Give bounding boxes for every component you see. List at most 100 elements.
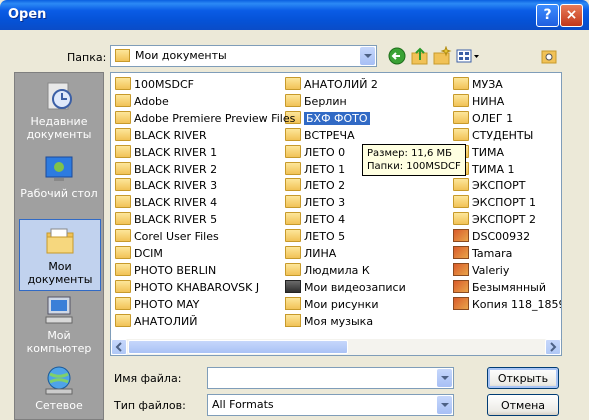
item-name: ЭКСПОРТ 1 <box>472 196 536 210</box>
folder-icon <box>453 195 469 209</box>
folder-item[interactable]: BLACK RIVER 4 <box>115 195 217 211</box>
up-folder-icon[interactable] <box>410 46 430 66</box>
item-name: Corel User Files <box>134 230 219 244</box>
item-name: DSC00932 <box>472 230 531 244</box>
folder-icon <box>453 77 469 90</box>
music-folder-icon <box>285 313 301 327</box>
item-name: ЛЕТО 2 <box>304 179 346 193</box>
folder-item[interactable]: PHOTO BERLIN <box>115 262 216 279</box>
place-recent-documents[interactable]: Недавние документы <box>15 79 103 141</box>
file-item[interactable]: DSC00932 <box>453 229 530 245</box>
image-file-icon <box>453 246 469 259</box>
look-in-dropdown-button[interactable] <box>360 47 375 65</box>
my-documents-small-icon <box>115 49 130 62</box>
folder-item[interactable]: ЛЕТО 5 <box>285 229 345 245</box>
folder-item[interactable]: ОЛЕГ 1 <box>453 110 514 127</box>
look-in-combo[interactable]: Мои документы <box>110 45 377 67</box>
folder-item[interactable]: Берлин <box>285 93 347 110</box>
item-name: Безымянный <box>472 280 546 294</box>
folder-item[interactable]: ЛЕТО 4 <box>285 212 345 228</box>
item-name: ОЛЕГ 1 <box>472 111 514 125</box>
folder-item[interactable]: PHOTO KHABAROVSK J <box>115 279 259 296</box>
folder-item[interactable]: BLACK RIVER 5 <box>115 212 217 228</box>
item-name: Мои видеозаписи <box>304 280 406 294</box>
folder-icon <box>115 313 131 327</box>
file-item[interactable]: Мои видеозаписи <box>285 279 406 296</box>
new-folder-icon[interactable] <box>432 45 452 66</box>
file-type-combo[interactable]: All Formats <box>207 394 454 416</box>
place-my-computer[interactable]: Мой компьютер <box>15 293 103 355</box>
place-label: Недавние документы <box>26 115 92 141</box>
close-button[interactable]: × <box>560 4 583 27</box>
folder-item[interactable]: Adobe <box>115 93 169 110</box>
folder-item[interactable]: ЭКСПОРТ 1 <box>453 195 536 211</box>
open-button[interactable]: Открыть <box>487 367 559 389</box>
place-desktop[interactable]: Рабочий стол <box>15 151 103 200</box>
file-item[interactable]: Безымянный <box>453 279 546 296</box>
item-name: НИНА <box>472 94 505 108</box>
folder-item[interactable]: СТУДЕНТЫ <box>453 127 533 144</box>
cancel-button[interactable]: Отмена <box>487 394 559 416</box>
folder-icon <box>115 229 131 243</box>
item-name: BLACK RIVER 4 <box>134 196 218 210</box>
folder-item[interactable]: BLACK RIVER 3 <box>115 178 217 194</box>
scroll-left-button[interactable] <box>111 339 127 355</box>
item-name: Adobe Premiere Preview Files <box>134 111 296 125</box>
file-list[interactable]: Копия 118_1859 Безымянный Valeriy Tamara DSC… <box>110 72 562 356</box>
place-network[interactable]: Сетевое <box>15 363 103 412</box>
folder-icon <box>115 195 131 209</box>
folder-item[interactable]: ЭКСПОРТ 2 <box>453 212 536 228</box>
title-bar[interactable]: Open ? × <box>0 0 589 30</box>
file-item[interactable]: Valeriy <box>453 262 509 279</box>
folder-item[interactable]: ЛЕТО 1 <box>285 161 345 178</box>
horizontal-scrollbar[interactable] <box>111 339 561 355</box>
file-name-dropdown-button[interactable] <box>437 369 452 387</box>
item-name: АНАТОЛИЙ 2 <box>304 78 378 91</box>
folder-item[interactable]: ЛИНА <box>285 246 336 262</box>
pictures-folder-icon <box>285 296 301 310</box>
folder-icon <box>285 144 301 158</box>
file-item[interactable]: Копия 118_1859 <box>453 296 561 313</box>
options-icon[interactable] <box>539 46 559 66</box>
folder-item[interactable]: АНАТОЛИЙ 2 <box>285 77 378 93</box>
file-name-combo[interactable] <box>207 367 454 389</box>
file-item[interactable]: Мои рисунки <box>285 296 379 313</box>
folder-item[interactable]: ВСТРЕЧА <box>285 127 355 144</box>
item-name: ТИМА 1 <box>472 162 515 176</box>
folder-item[interactable]: BLACK RIVER <box>115 127 207 144</box>
folder-item[interactable]: НИНА <box>453 93 505 110</box>
place-label: Рабочий стол <box>20 187 98 200</box>
folder-icon <box>453 212 469 226</box>
chevron-right-icon <box>550 342 557 352</box>
scroll-right-button[interactable] <box>545 339 561 355</box>
scroll-thumb[interactable] <box>128 340 348 354</box>
folder-icon <box>453 178 469 192</box>
folder-item[interactable]: BLACK RIVER 1 <box>115 144 217 161</box>
folder-item[interactable]: БХФ ФОТО <box>285 110 370 127</box>
back-icon[interactable] <box>387 46 407 66</box>
help-button[interactable]: ? <box>536 4 559 27</box>
folder-item[interactable]: ЛЕТО 2 <box>285 178 345 194</box>
folder-item[interactable]: BLACK RIVER 2 <box>115 161 217 178</box>
file-type-label: Тип файлов: <box>114 399 186 412</box>
folder-item[interactable]: МУЗА <box>453 77 503 93</box>
item-name: Мои рисунки <box>304 297 379 311</box>
item-name: Adobe <box>134 94 169 108</box>
folder-item[interactable]: ЛЕТО 3 <box>285 195 345 211</box>
folder-item[interactable]: DCIM <box>115 246 163 262</box>
folder-item[interactable]: ЭКСПОРТ <box>453 178 525 194</box>
folder-item[interactable]: Людмила К <box>285 262 370 279</box>
folder-item[interactable]: АНАТОЛИЙ <box>115 313 197 330</box>
views-menu-icon[interactable] <box>455 46 481 66</box>
place-label: Мой компьютер <box>26 329 92 355</box>
folder-icon <box>285 212 301 226</box>
file-type-dropdown-button[interactable] <box>437 396 452 414</box>
folder-item[interactable]: PHOTO MAY <box>115 296 199 313</box>
place-my-documents[interactable]: Мои документы <box>19 219 101 291</box>
folder-item[interactable]: 100MSDCF <box>115 77 194 93</box>
folder-item[interactable]: Adobe Premiere Preview Files <box>115 110 296 127</box>
folder-item[interactable]: Corel User Files <box>115 229 219 245</box>
file-item[interactable]: Моя музыка <box>285 313 373 330</box>
folder-item[interactable]: ЛЕТО 0 <box>285 144 345 161</box>
file-item[interactable]: Tamara <box>453 246 512 262</box>
